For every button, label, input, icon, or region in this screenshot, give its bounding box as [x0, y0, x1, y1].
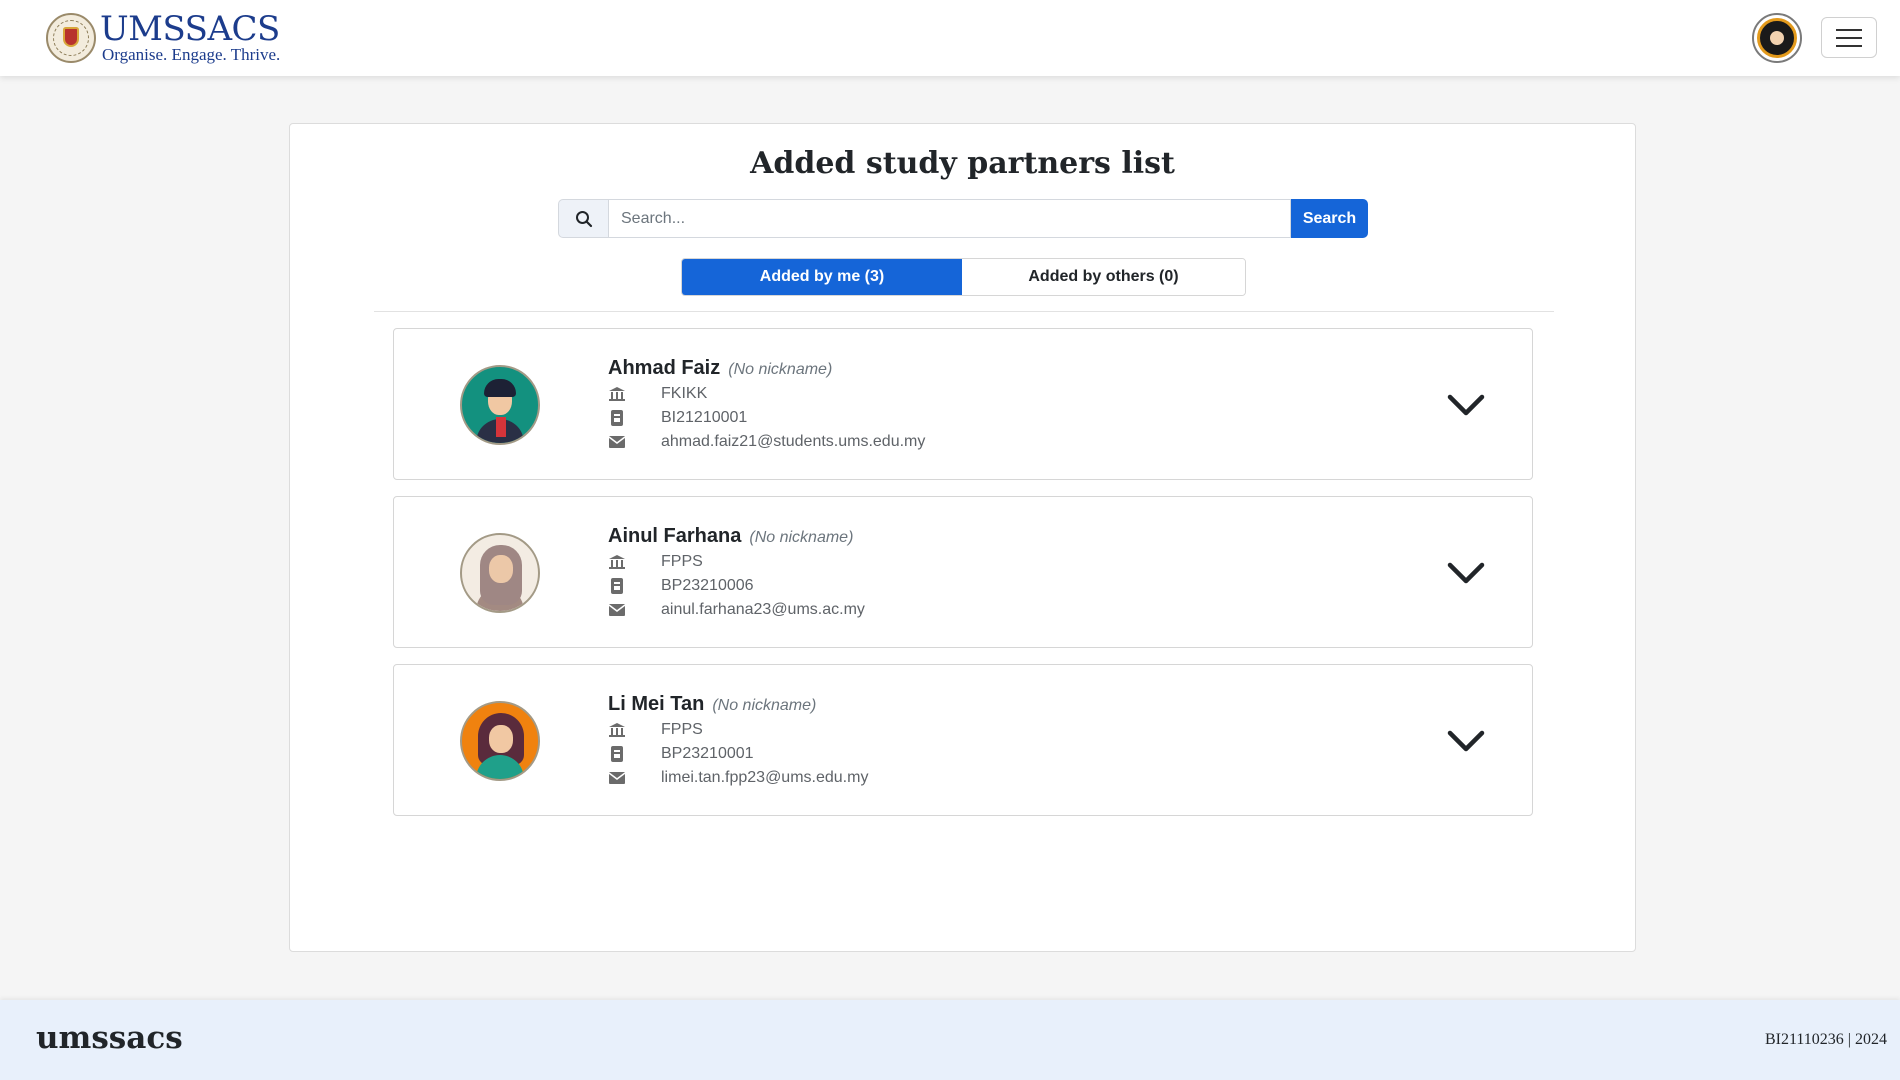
partner-card[interactable]: Li Mei Tan (No nickname) FPPS BP23210001… — [393, 664, 1533, 816]
partner-matric-number: BP23210001 — [661, 745, 754, 762]
navbar: UMSSACS Organise. Engage. Thrive. — [0, 0, 1900, 76]
search-icon — [558, 199, 608, 238]
partner-avatar — [460, 533, 540, 613]
tab-added-by-others[interactable]: Added by others (0) — [962, 259, 1245, 295]
partner-name-line: Li Mei Tan (No nickname) — [608, 693, 816, 716]
partner-email: ahmad.faiz21@students.ums.edu.my — [661, 433, 926, 450]
partner-email-row: ainul.farhana23@ums.ac.my — [608, 601, 865, 619]
partner-email: ainul.farhana23@ums.ac.my — [661, 601, 865, 618]
brand-tagline: Organise. Engage. Thrive. — [102, 45, 281, 64]
partner-matric-row: BI21210001 — [608, 409, 747, 427]
hamburger-icon-line — [1836, 44, 1862, 47]
user-avatar-icon — [1757, 18, 1797, 58]
envelope-icon — [608, 769, 626, 787]
partner-matric-row: BP23210006 — [608, 577, 754, 595]
partner-name: Ainul Farhana — [608, 525, 742, 547]
faculty-building-icon — [608, 553, 626, 571]
footer: umssacs BI21110236 | 2024 — [0, 1000, 1900, 1080]
partner-card[interactable]: Ainul Farhana (No nickname) FPPS BP23210… — [393, 496, 1533, 648]
hamburger-icon-line — [1836, 28, 1862, 31]
partners-card: Added study partners list Search Added b… — [289, 123, 1636, 952]
partner-faculty: FPPS — [661, 721, 703, 738]
partner-name-line: Ainul Farhana (No nickname) — [608, 525, 853, 548]
brand-name: UMSSACS — [100, 9, 280, 49]
partner-avatar — [460, 701, 540, 781]
faculty-building-icon — [608, 385, 626, 403]
partner-faculty: FPPS — [661, 553, 703, 570]
partner-nickname: (No nickname) — [728, 361, 833, 378]
partner-faculty-row: FPPS — [608, 721, 703, 739]
partner-nickname: (No nickname) — [749, 529, 854, 546]
hamburger-menu-button[interactable] — [1821, 17, 1877, 58]
search-button[interactable]: Search — [1291, 199, 1368, 238]
expand-chevron-button[interactable] — [1444, 721, 1488, 761]
partner-avatar — [460, 365, 540, 445]
footer-brand: umssacs — [36, 1020, 183, 1056]
partner-card[interactable]: Ahmad Faiz (No nickname) FKIKK BI2121000… — [393, 328, 1533, 480]
search-input[interactable] — [608, 199, 1291, 238]
chevron-down-icon — [1447, 562, 1485, 584]
partner-tabs: Added by me (3) Added by others (0) — [681, 258, 1246, 296]
user-avatar-button[interactable] — [1752, 13, 1802, 63]
id-badge-icon — [608, 409, 626, 427]
chevron-down-icon — [1447, 394, 1485, 416]
id-badge-icon — [608, 745, 626, 763]
partner-name-line: Ahmad Faiz (No nickname) — [608, 357, 832, 380]
id-badge-icon — [608, 577, 626, 595]
page-title: Added study partners list — [750, 146, 1175, 181]
partner-email: limei.tan.fpp23@ums.edu.my — [661, 769, 869, 786]
footer-info: BI21110236 | 2024 — [1764, 1031, 1887, 1048]
envelope-icon — [608, 601, 626, 619]
partner-email-row: limei.tan.fpp23@ums.edu.my — [608, 769, 868, 787]
expand-chevron-button[interactable] — [1444, 385, 1488, 425]
partner-name: Li Mei Tan — [608, 693, 705, 715]
partner-name: Ahmad Faiz — [608, 357, 721, 379]
partner-nickname: (No nickname) — [712, 697, 817, 714]
partner-matric-number: BP23210006 — [661, 577, 754, 594]
search-group: Search — [558, 199, 1368, 238]
partner-email-row: ahmad.faiz21@students.ums.edu.my — [608, 433, 925, 451]
envelope-icon — [608, 433, 626, 451]
partner-faculty: FKIKK — [661, 385, 708, 402]
brand-logo-link[interactable]: UMSSACS Organise. Engage. Thrive. — [46, 10, 280, 66]
partner-faculty-row: FKIKK — [608, 385, 707, 403]
tab-added-by-me[interactable]: Added by me (3) — [682, 259, 962, 295]
partner-matric-number: BI21210001 — [661, 409, 748, 426]
divider — [374, 311, 1554, 312]
faculty-building-icon — [608, 721, 626, 739]
chevron-down-icon — [1447, 730, 1485, 752]
expand-chevron-button[interactable] — [1444, 553, 1488, 593]
university-seal-icon — [46, 13, 96, 63]
brand-text: UMSSACS Organise. Engage. Thrive. — [100, 12, 280, 64]
partner-faculty-row: FPPS — [608, 553, 703, 571]
partner-matric-row: BP23210001 — [608, 745, 754, 763]
hamburger-icon-line — [1836, 36, 1862, 39]
